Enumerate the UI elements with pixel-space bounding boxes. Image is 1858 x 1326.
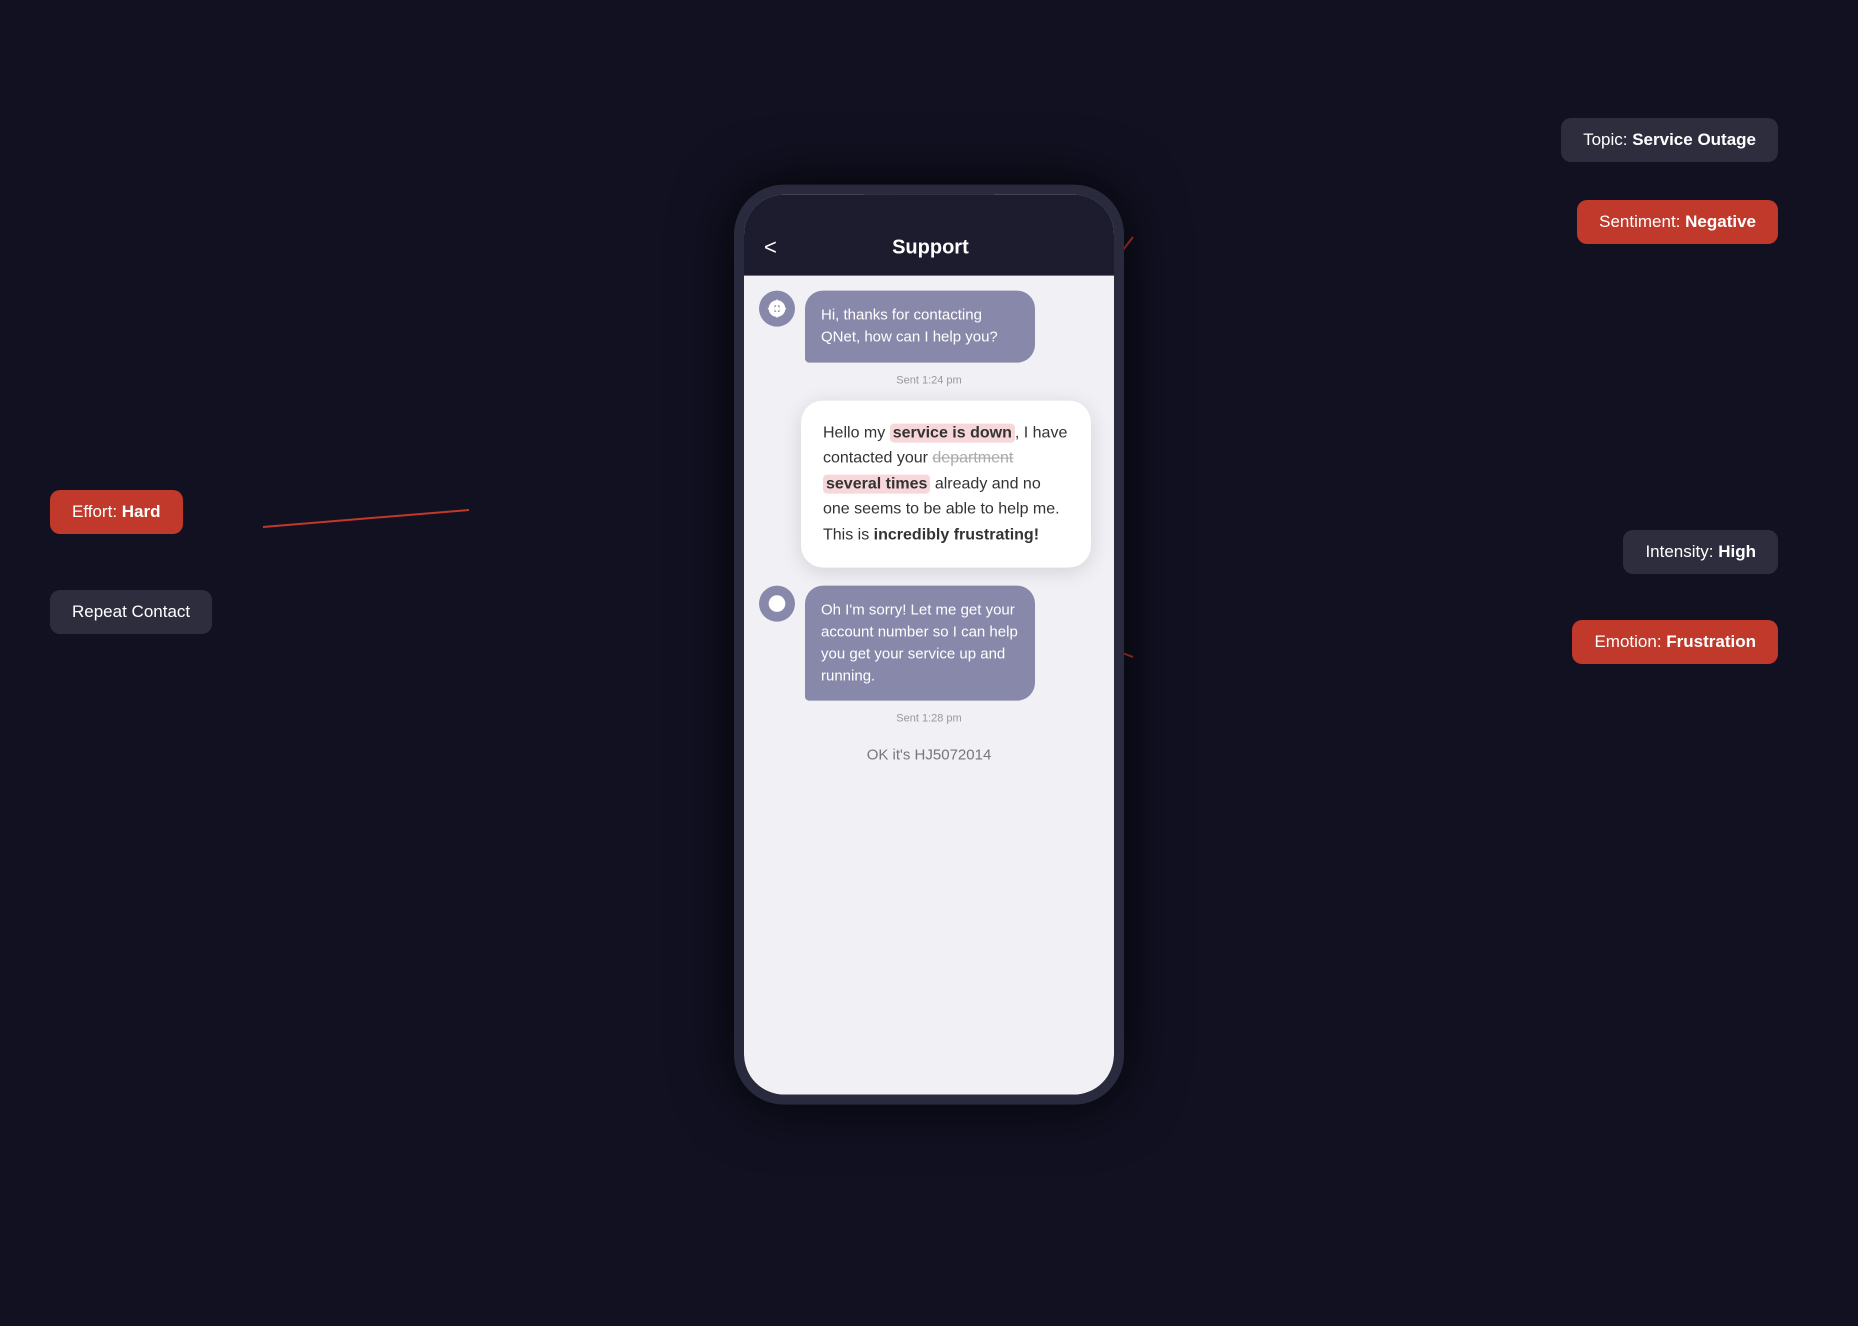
bot-avatar-1 bbox=[759, 291, 795, 327]
bot-icon-svg bbox=[767, 299, 787, 319]
bot-message-2-text: Oh I'm sorry! Let me get your account nu… bbox=[821, 602, 1018, 684]
message-bot-1: Hi, thanks for contacting QNet, how can … bbox=[759, 291, 1099, 363]
scene: < Support Hi, thanks for contacting bbox=[0, 0, 1858, 1326]
bubble-user-card: Hello my service is down, I have contact… bbox=[801, 400, 1091, 568]
bot-message-1-text: Hi, thanks for contacting QNet, how can … bbox=[821, 307, 998, 346]
phone-mockup: < Support Hi, thanks for contacting bbox=[734, 185, 1124, 1105]
intensity-badge: Intensity: High bbox=[1623, 530, 1778, 574]
phone-screen: < Support Hi, thanks for contacting bbox=[744, 195, 1114, 1095]
phone-notch bbox=[864, 195, 994, 225]
back-button[interactable]: < bbox=[764, 235, 777, 261]
bot-avatar-2 bbox=[759, 586, 795, 622]
repeat-contact-label: Repeat Contact bbox=[72, 602, 190, 621]
chat-body: Hi, thanks for contacting QNet, how can … bbox=[744, 276, 1114, 1095]
sentiment-value: Negative bbox=[1685, 212, 1756, 231]
intensity-value: High bbox=[1718, 542, 1756, 561]
bubble-bot-2: Oh I'm sorry! Let me get your account nu… bbox=[805, 586, 1035, 701]
effort-label: Effort: bbox=[72, 502, 122, 521]
sentiment-label: Sentiment: bbox=[1599, 212, 1685, 231]
bold-frustrating: incredibly frustrating! bbox=[874, 526, 1039, 543]
bubble-bot-1: Hi, thanks for contacting QNet, how can … bbox=[805, 291, 1035, 363]
sentiment-badge: Sentiment: Negative bbox=[1577, 200, 1778, 244]
strikethrough-department: department bbox=[932, 450, 1013, 467]
timestamp-2: Sent 1:28 pm bbox=[759, 713, 1099, 725]
highlight-service-down: service is down bbox=[890, 423, 1015, 442]
topic-value: Service Outage bbox=[1632, 130, 1756, 149]
topic-badge: Topic: Service Outage bbox=[1561, 118, 1778, 162]
effort-badge: Effort: Hard bbox=[50, 490, 183, 534]
timestamp-1: Sent 1:24 pm bbox=[759, 374, 1099, 386]
partial-user-message: OK it's HJ5072014 bbox=[759, 747, 1099, 764]
message-bot-2: Oh I'm sorry! Let me get your account nu… bbox=[759, 586, 1099, 701]
intensity-label: Intensity: bbox=[1645, 542, 1718, 561]
emotion-value: Frustration bbox=[1666, 632, 1756, 651]
chat-title: Support bbox=[797, 236, 1064, 259]
emotion-label: Emotion: bbox=[1594, 632, 1666, 651]
effort-value: Hard bbox=[122, 502, 161, 521]
bot-icon-svg-2 bbox=[767, 594, 787, 614]
emotion-badge: Emotion: Frustration bbox=[1572, 620, 1778, 664]
repeat-contact-badge: Repeat Contact bbox=[50, 590, 212, 634]
highlight-several-times: several times bbox=[823, 474, 930, 493]
topic-label: Topic: bbox=[1583, 130, 1632, 149]
